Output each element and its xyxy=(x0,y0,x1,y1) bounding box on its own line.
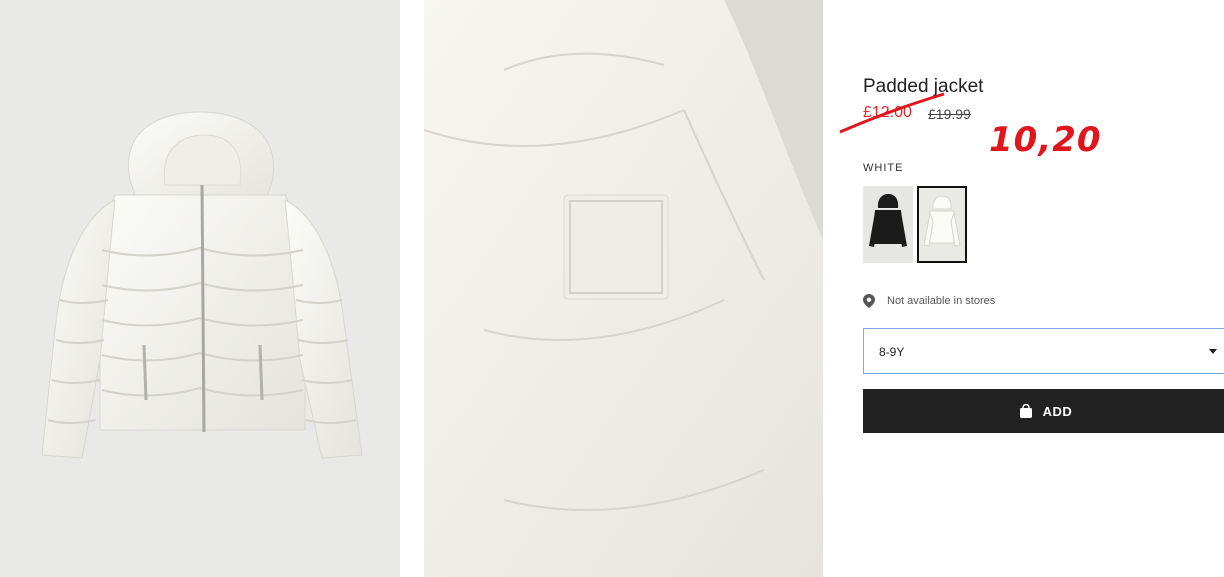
handwritten-price-annotation: 10,20 xyxy=(989,120,1102,160)
black-jacket-thumb xyxy=(869,194,907,247)
swatch-white-selected[interactable] xyxy=(917,186,967,263)
add-to-bag-button[interactable]: ADD xyxy=(863,389,1224,433)
product-image-detail[interactable] xyxy=(424,0,823,577)
location-pin-icon xyxy=(863,294,875,308)
swatch-black[interactable] xyxy=(863,186,913,263)
size-select[interactable]: 8-9Y xyxy=(863,328,1224,374)
jacket-detail-illustration xyxy=(424,0,823,577)
sale-price: £12.00 xyxy=(863,104,912,121)
product-image-main[interactable] xyxy=(0,0,400,577)
white-jacket-thumb xyxy=(923,195,961,247)
shopping-bag-icon xyxy=(1019,404,1032,418)
add-button-label: ADD xyxy=(1042,403,1073,419)
jacket-illustration xyxy=(41,111,363,459)
original-price: £19.99 xyxy=(928,106,971,122)
chevron-down-icon xyxy=(1209,349,1217,354)
color-label: WHITE xyxy=(863,162,904,174)
store-availability-text: Not available in stores xyxy=(887,295,996,307)
product-title: Padded jacket xyxy=(863,76,984,97)
product-info-panel: Padded jacket £12.00 £19.99 10,20 WHITE … xyxy=(839,0,1224,577)
image-gap xyxy=(400,0,424,577)
store-availability: Not available in stores xyxy=(863,294,995,308)
size-select-value: 8-9Y xyxy=(879,345,905,359)
